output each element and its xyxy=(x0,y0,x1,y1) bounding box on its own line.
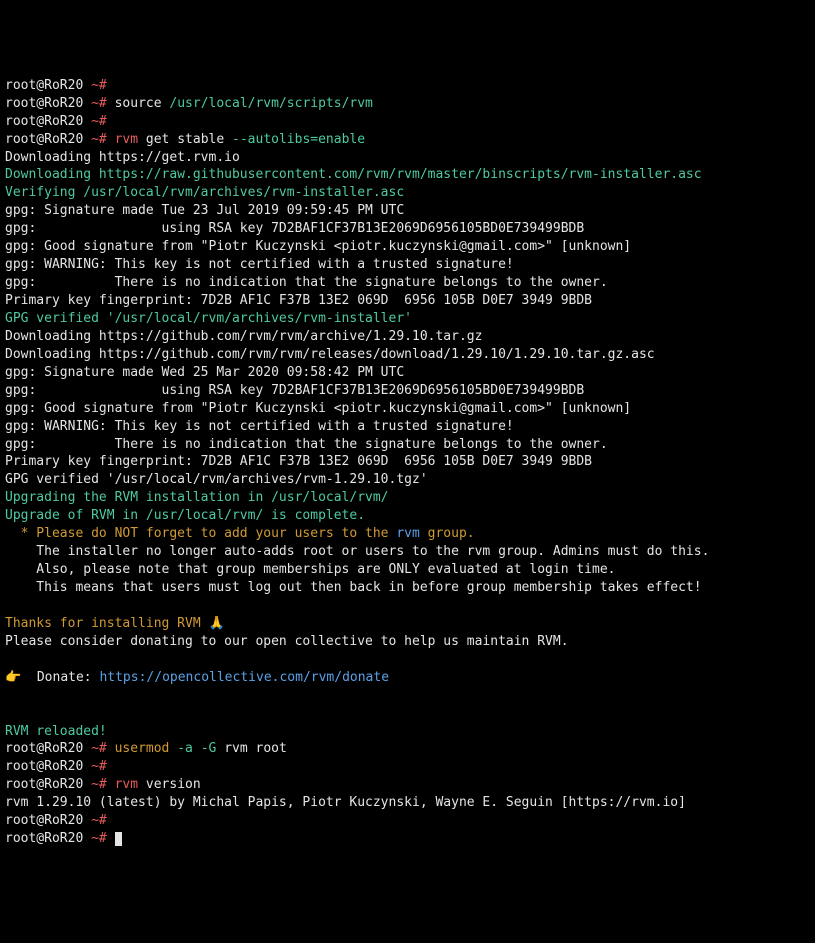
prompt-tilde: ~# xyxy=(91,78,107,93)
cmd-rvm: rvm xyxy=(115,132,138,147)
output-line: The installer no longer auto-adds root o… xyxy=(5,544,709,559)
cmd-get-stable: get stable xyxy=(146,132,224,147)
output-line: Downloading https://raw.githubuserconten… xyxy=(5,167,702,182)
output-line: * Please do NOT forget to add your users… xyxy=(5,526,475,541)
output-line: gpg: Signature made Tue 23 Jul 2019 09:5… xyxy=(5,203,404,218)
prompt-line: root@RoR20 ~# xyxy=(5,759,107,774)
output-line: gpg: using RSA key 7D2BAF1CF37B13E2069D6… xyxy=(5,221,584,236)
output-line: Verifying /usr/local/rvm/archives/rvm-in… xyxy=(5,185,404,200)
source-path: /usr/local/rvm/scripts/rvm xyxy=(169,96,373,111)
output-line: This means that users must log out then … xyxy=(5,580,702,595)
user-host: root@RoR20 xyxy=(5,78,83,93)
cmd-usermod: usermod xyxy=(115,741,170,756)
cursor[interactable] xyxy=(115,832,122,846)
output-line: Primary key fingerprint: 7D2B AF1C F37B … xyxy=(5,454,592,469)
output-line: GPG verified '/usr/local/rvm/archives/rv… xyxy=(5,311,412,326)
output-line: gpg: using RSA key 7D2BAF1CF37B13E2069D6… xyxy=(5,383,584,398)
output-line: 👉 Donate: https://opencollective.com/rvm… xyxy=(5,670,389,685)
prompt-line: root@RoR20 ~# xyxy=(5,114,107,129)
output-line: gpg: There is no indication that the sig… xyxy=(5,437,608,452)
output-line: GPG verified '/usr/local/rvm/archives/rv… xyxy=(5,472,428,487)
output-line: Thanks for installing RVM 🙏 xyxy=(5,616,225,631)
output-line: Downloading https://github.com/rvm/rvm/a… xyxy=(5,329,482,344)
prompt-line: root@RoR20 ~# xyxy=(5,813,107,828)
output-line: gpg: Good signature from "Piotr Kuczynsk… xyxy=(5,239,631,254)
cmd-autolibs: --autolibs=enable xyxy=(232,132,365,147)
output-line: Upgrade of RVM in /usr/local/rvm/ is com… xyxy=(5,508,365,523)
prompt-line: root@RoR20 ~# rvm get stable --autolibs=… xyxy=(5,132,365,147)
cmd-source: source xyxy=(115,96,162,111)
prompt-line: root@RoR20 ~# usermod -a -G rvm root xyxy=(5,741,287,756)
prompt-line: root@RoR20 ~# rvm version xyxy=(5,777,201,792)
donate-link[interactable]: https://opencollective.com/rvm/donate xyxy=(99,670,389,685)
prompt-line: root@RoR20 ~# xyxy=(5,831,122,846)
output-line: Please consider donating to our open col… xyxy=(5,634,569,649)
output-line: gpg: Good signature from "Piotr Kuczynsk… xyxy=(5,401,631,416)
terminal[interactable]: root@RoR20 ~# root@RoR20 ~# source /usr/… xyxy=(5,77,810,848)
output-line: Also, please note that group memberships… xyxy=(5,562,615,577)
output-line: RVM reloaded! xyxy=(5,724,107,739)
output-line: Upgrading the RVM installation in /usr/l… xyxy=(5,490,389,505)
output-line: Downloading https://github.com/rvm/rvm/r… xyxy=(5,347,655,362)
prompt-line: root@RoR20 ~# xyxy=(5,78,107,93)
output-line: gpg: There is no indication that the sig… xyxy=(5,275,608,290)
output-line: gpg: Signature made Wed 25 Mar 2020 09:5… xyxy=(5,365,404,380)
output-line: Downloading https://get.rvm.io xyxy=(5,150,240,165)
prompt-line: root@RoR20 ~# source /usr/local/rvm/scri… xyxy=(5,96,373,111)
output-line: gpg: WARNING: This key is not certified … xyxy=(5,419,514,434)
output-line: rvm 1.29.10 (latest) by Michal Papis, Pi… xyxy=(5,795,686,810)
output-line: Primary key fingerprint: 7D2B AF1C F37B … xyxy=(5,293,592,308)
output-line: gpg: WARNING: This key is not certified … xyxy=(5,257,514,272)
